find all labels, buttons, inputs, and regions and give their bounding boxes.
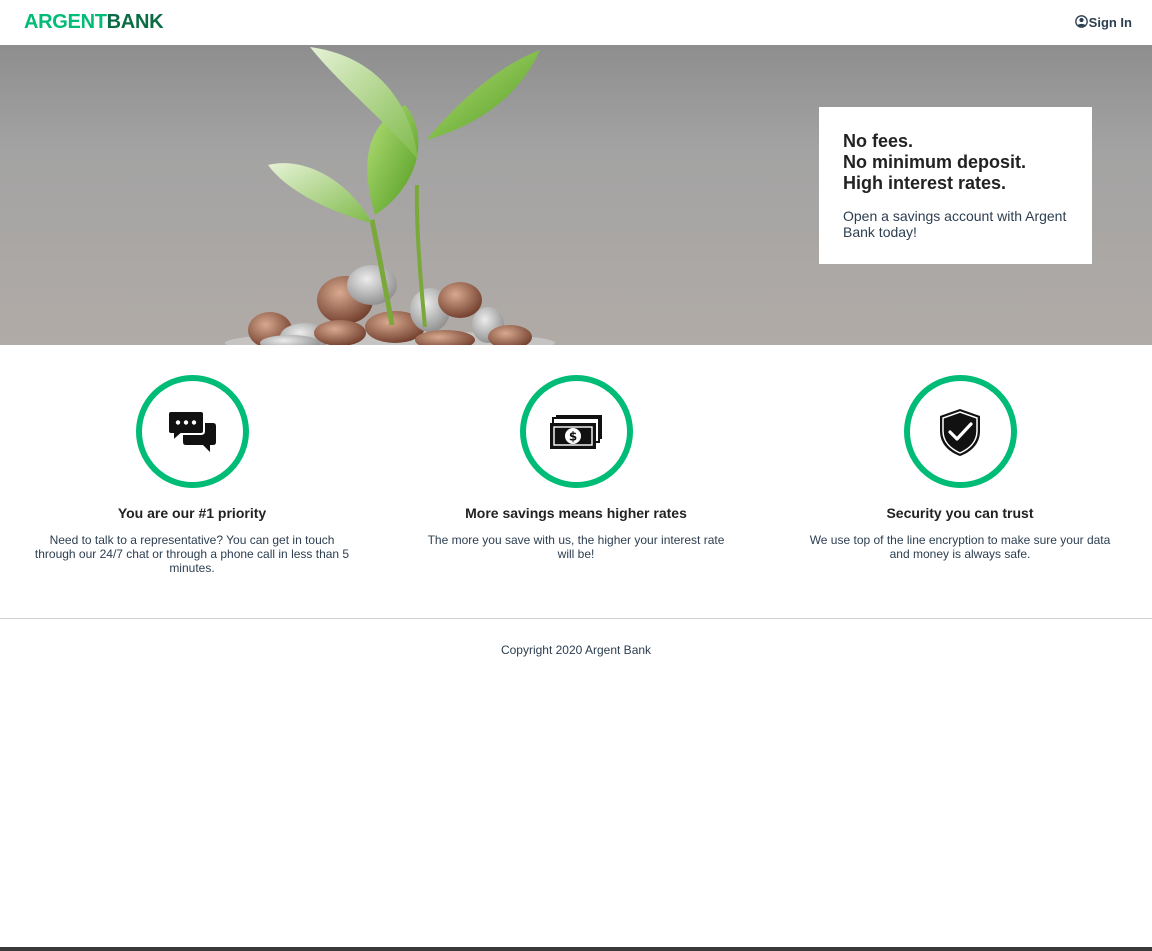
feature-text: We use top of the line encryption to mak… [809, 533, 1111, 561]
user-circle-icon [1074, 14, 1088, 31]
hero-subtitle-3: High interest rates. [843, 173, 1007, 193]
security-icon [903, 375, 1017, 488]
chat-icon [135, 375, 249, 488]
feature-title: More savings means higher rates [465, 505, 687, 521]
bottom-edge-strip [0, 947, 1152, 951]
copyright-text: Copyright 2020 Argent Bank [500, 643, 652, 657]
hero-subtitle-1: No fees. [843, 131, 914, 151]
feature-item-security: Security you can trust We use top of the… [784, 375, 1136, 618]
logo-text-argent: ARGENT [24, 11, 107, 33]
feature-item-savings: $ More savings means higher rates The mo… [400, 375, 752, 618]
features-section: You are our #1 priority Need to talk to … [0, 345, 1152, 619]
feature-title: Security you can trust [886, 505, 1034, 521]
footer: Copyright 2020 Argent Bank [0, 619, 1152, 657]
logo-text-bank: BANK [106, 11, 164, 33]
feature-text: Need to talk to a representative? You ca… [34, 533, 350, 575]
hero-promo-card: No fees. No minimum deposit. High intere… [819, 107, 1092, 264]
logo-link[interactable]: ARGENT BANK [24, 11, 164, 34]
sign-in-label: Sign In [1088, 15, 1132, 30]
hero-banner: No fees. No minimum deposit. High intere… [0, 45, 1152, 345]
feature-title: You are our #1 priority [117, 505, 267, 521]
hero-text: Open a savings account with Argent Bank … [843, 208, 1067, 240]
sign-in-link[interactable]: Sign In [1074, 14, 1132, 31]
svg-text:$: $ [569, 429, 577, 443]
main-nav: ARGENT BANK Sign In [0, 0, 1152, 45]
money-icon: $ [519, 375, 633, 488]
hero-subtitle-2: No minimum deposit. [843, 152, 1027, 172]
feature-item-priority: You are our #1 priority Need to talk to … [16, 375, 368, 618]
feature-text: The more you save with us, the higher yo… [427, 533, 725, 561]
